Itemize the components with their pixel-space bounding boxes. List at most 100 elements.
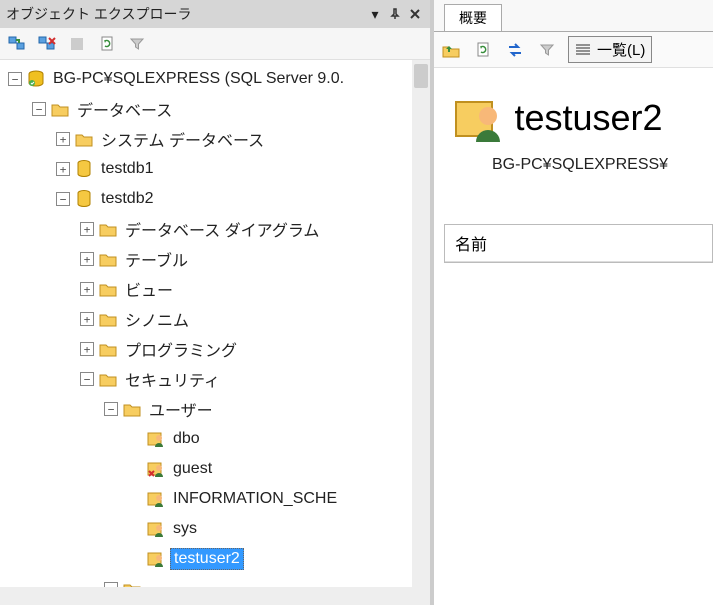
node-label: プログラミング: [122, 336, 240, 362]
expander-icon[interactable]: −: [104, 582, 118, 587]
detail-list: 名前: [444, 224, 713, 263]
folder-icon: [50, 100, 70, 118]
refresh-icon[interactable]: [96, 33, 118, 55]
filter-icon[interactable]: [536, 39, 558, 61]
panel-close-icon[interactable]: [406, 5, 424, 23]
expander-icon[interactable]: −: [8, 72, 22, 86]
tree-node-testdb1[interactable]: + testdb1: [2, 154, 428, 184]
tree-node-user-testuser2[interactable]: testuser2: [2, 544, 428, 574]
list-view-icon: [575, 43, 591, 57]
object-explorer-panel: オブジェクト エクスプローラ ▾ − BG-P: [0, 0, 434, 605]
tab-strip: 概要: [434, 0, 713, 32]
user-disabled-icon: [146, 460, 166, 478]
tree-node-testdb2[interactable]: − testdb2: [2, 184, 428, 214]
up-folder-icon[interactable]: [440, 39, 462, 61]
tree-node-collapsed[interactable]: −: [2, 574, 428, 587]
node-label: テーブル: [122, 246, 191, 272]
sync-icon[interactable]: [504, 39, 526, 61]
expander-icon[interactable]: +: [80, 342, 94, 356]
expander-icon[interactable]: −: [104, 402, 118, 416]
node-label: データベース: [74, 96, 175, 122]
tree-node-system-databases[interactable]: + システム データベース: [2, 124, 428, 154]
user-icon: [146, 520, 166, 538]
tree-node-synonyms[interactable]: + シノニム: [2, 304, 428, 334]
node-label: セキュリティ: [122, 366, 223, 392]
connect-icon[interactable]: [6, 33, 28, 55]
panel-dropdown-icon[interactable]: ▾: [366, 5, 384, 23]
node-label: sys: [170, 519, 200, 539]
tree-node-programming[interactable]: + プログラミング: [2, 334, 428, 364]
expander-icon[interactable]: +: [80, 222, 94, 236]
node-label: ビュー: [122, 276, 176, 302]
expander-icon[interactable]: +: [56, 132, 70, 146]
view-mode-button[interactable]: 一覧(L): [568, 36, 652, 63]
stop-icon: [66, 33, 88, 55]
filter-icon[interactable]: [126, 33, 148, 55]
disconnect-icon[interactable]: [36, 33, 58, 55]
expander-icon[interactable]: +: [80, 282, 94, 296]
node-label: testdb2: [98, 189, 156, 209]
expander-icon[interactable]: +: [80, 312, 94, 326]
tree-node-user-information-schema[interactable]: INFORMATION_SCHE: [2, 484, 428, 514]
tree-node-server[interactable]: − BG-PC¥SQLEXPRESS (SQL Server 9.0.: [2, 64, 428, 94]
tree-node-user-guest[interactable]: guest: [2, 454, 428, 484]
view-mode-label: 一覧(L): [597, 39, 645, 60]
tree-node-tables[interactable]: + テーブル: [2, 244, 428, 274]
expander-icon[interactable]: +: [56, 162, 70, 176]
folder-icon: [98, 340, 118, 358]
node-label-selected: testuser2: [170, 548, 244, 570]
expander-spacer: [128, 462, 142, 476]
tree-scrollbar-horizontal[interactable]: [0, 587, 430, 605]
panel-pin-icon[interactable]: [386, 5, 404, 23]
folder-icon: [74, 130, 94, 148]
expander-icon[interactable]: +: [80, 252, 94, 266]
refresh-icon[interactable]: [472, 39, 494, 61]
expander-spacer: [128, 492, 142, 506]
expander-icon[interactable]: −: [80, 372, 94, 386]
database-icon: [74, 160, 94, 178]
folder-icon: [98, 370, 118, 388]
expander-spacer: [128, 552, 142, 566]
detail-header: testuser2 BG-PC¥SQLEXPRESS¥: [434, 68, 713, 184]
folder-icon: [122, 400, 142, 418]
tree-node-user-dbo[interactable]: dbo: [2, 424, 428, 454]
summary-toolbar: 一覧(L): [434, 32, 713, 68]
node-label: ユーザー: [146, 396, 216, 422]
tree-view[interactable]: − BG-PC¥SQLEXPRESS (SQL Server 9.0. − デー…: [0, 60, 430, 587]
node-label: INFORMATION_SCHE: [170, 489, 340, 509]
user-icon: [146, 550, 166, 568]
database-icon: [74, 190, 94, 208]
detail-path: BG-PC¥SQLEXPRESS¥: [492, 156, 703, 174]
scroll-thumb[interactable]: [414, 64, 428, 88]
detail-title: testuser2: [514, 97, 662, 139]
panel-title-text: オブジェクト エクスプローラ: [6, 4, 364, 24]
node-label: dbo: [170, 429, 203, 449]
expander-spacer: [128, 432, 142, 446]
tree-node-databases[interactable]: − データベース: [2, 94, 428, 124]
tree-node-diagrams[interactable]: + データベース ダイアグラム: [2, 214, 428, 244]
expander-icon[interactable]: −: [32, 102, 46, 116]
folder-icon: [98, 250, 118, 268]
explorer-toolbar: [0, 28, 430, 60]
tree-node-users[interactable]: − ユーザー: [2, 394, 428, 424]
panel-titlebar: オブジェクト エクスプローラ ▾: [0, 0, 430, 28]
user-icon: [146, 490, 166, 508]
folder-icon: [98, 280, 118, 298]
node-label: guest: [170, 459, 215, 479]
summary-panel: 概要 一覧(L) testuser2 BG-PC¥SQLEXPRESS¥ 名前: [434, 0, 713, 605]
expander-spacer: [128, 522, 142, 536]
tree-scrollbar-vertical[interactable]: [412, 60, 430, 587]
tree-node-views[interactable]: + ビュー: [2, 274, 428, 304]
folder-icon: [122, 580, 142, 587]
column-header-name[interactable]: 名前: [445, 225, 712, 262]
tab-overview[interactable]: 概要: [444, 4, 502, 31]
server-icon: [26, 70, 46, 88]
tree-node-security[interactable]: − セキュリティ: [2, 364, 428, 394]
node-label: シノニム: [122, 306, 192, 332]
expander-icon[interactable]: −: [56, 192, 70, 206]
user-large-icon: [452, 92, 504, 144]
tree-node-user-sys[interactable]: sys: [2, 514, 428, 544]
folder-icon: [98, 310, 118, 328]
node-label: BG-PC¥SQLEXPRESS (SQL Server 9.0.: [50, 69, 347, 89]
node-label: testdb1: [98, 159, 156, 179]
